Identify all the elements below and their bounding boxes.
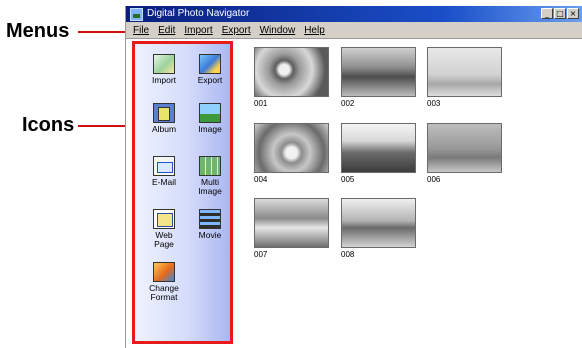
movie-icon: [199, 209, 221, 229]
tool-album-label: Album: [151, 124, 177, 134]
thumbnail-caption: 003: [427, 99, 441, 108]
menus-callout-line: [78, 31, 128, 33]
tool-multi-image-label: Multi Image: [198, 177, 222, 196]
menus-callout-label: Menus: [6, 20, 70, 42]
change-format-icon: [153, 262, 175, 282]
web-page-icon: [153, 209, 175, 229]
thumbnail-image: [427, 47, 502, 97]
thumbnail-caption: 004: [254, 175, 268, 184]
menu-export[interactable]: Export: [222, 25, 251, 36]
thumbnail-caption: 001: [254, 99, 268, 108]
app-icon: [130, 7, 143, 21]
thumbnail-image: [427, 123, 502, 173]
tool-web-page-label: Web Page: [154, 230, 174, 249]
menu-bar: File Edit Import Export Window Help: [126, 22, 582, 39]
thumbnail-007[interactable]: 007: [254, 198, 331, 259]
thumbnail-image: [341, 47, 416, 97]
title-bar[interactable]: Digital Photo Navigator _ □ ×: [126, 6, 582, 22]
tool-change-format-label: Change Format: [149, 283, 179, 302]
thumbnail-008[interactable]: 008: [341, 198, 418, 259]
image-icon: [199, 103, 221, 123]
tool-image[interactable]: Image: [185, 103, 235, 134]
menu-help[interactable]: Help: [304, 25, 325, 36]
tool-web-page[interactable]: Web Page: [139, 209, 189, 249]
icon-sidebar: Import Export Album Image E-Mail Multi I…: [132, 41, 233, 344]
tool-export-label: Export: [197, 75, 223, 85]
menu-window[interactable]: Window: [260, 25, 296, 36]
export-icon: [199, 54, 221, 74]
thumbnail-image: [254, 123, 329, 173]
tool-export[interactable]: Export: [185, 54, 235, 85]
tool-image-label: Image: [198, 124, 222, 134]
thumbnail-004[interactable]: 004: [254, 123, 331, 184]
thumbnail-image: [254, 47, 329, 97]
thumbnail-006[interactable]: 006: [427, 123, 504, 184]
thumbnail-caption: 005: [341, 175, 355, 184]
thumbnail-caption: 002: [341, 99, 355, 108]
tool-email-label: E-Mail: [151, 177, 177, 187]
tool-movie[interactable]: Movie: [185, 209, 235, 240]
minimize-button[interactable]: _: [541, 8, 553, 19]
tool-movie-label: Movie: [198, 230, 222, 240]
tool-multi-image[interactable]: Multi Image: [185, 156, 235, 196]
tool-change-format[interactable]: Change Format: [139, 262, 189, 302]
thumbnail-005[interactable]: 005: [341, 123, 418, 184]
thumbnail-caption: 006: [427, 175, 441, 184]
thumbnail-003[interactable]: 003: [427, 47, 504, 108]
menu-file[interactable]: File: [133, 25, 149, 36]
album-icon: [153, 103, 175, 123]
menu-edit[interactable]: Edit: [158, 25, 175, 36]
multi-image-icon: [199, 156, 221, 176]
import-icon: [153, 54, 175, 74]
thumbnail-image: [341, 198, 416, 248]
thumbnail-caption: 008: [341, 250, 355, 259]
app-window: Digital Photo Navigator _ □ × File Edit …: [125, 6, 582, 348]
email-icon: [153, 156, 175, 176]
thumbnail-caption: 007: [254, 250, 268, 259]
tool-import-label: Import: [151, 75, 177, 85]
window-title: Digital Photo Navigator: [147, 8, 250, 19]
icons-callout-label: Icons: [22, 114, 75, 136]
thumbnail-image: [254, 198, 329, 248]
thumbnail-002[interactable]: 002: [341, 47, 418, 108]
close-button[interactable]: ×: [567, 8, 579, 19]
thumbnail-image: [341, 123, 416, 173]
maximize-button[interactable]: □: [554, 8, 566, 19]
tool-email[interactable]: E-Mail: [139, 156, 189, 187]
menu-import[interactable]: Import: [184, 25, 212, 36]
tool-album[interactable]: Album: [139, 103, 189, 134]
thumbnail-001[interactable]: 001: [254, 47, 331, 108]
tool-import[interactable]: Import: [137, 49, 189, 85]
window-controls: _ □ ×: [541, 8, 579, 19]
